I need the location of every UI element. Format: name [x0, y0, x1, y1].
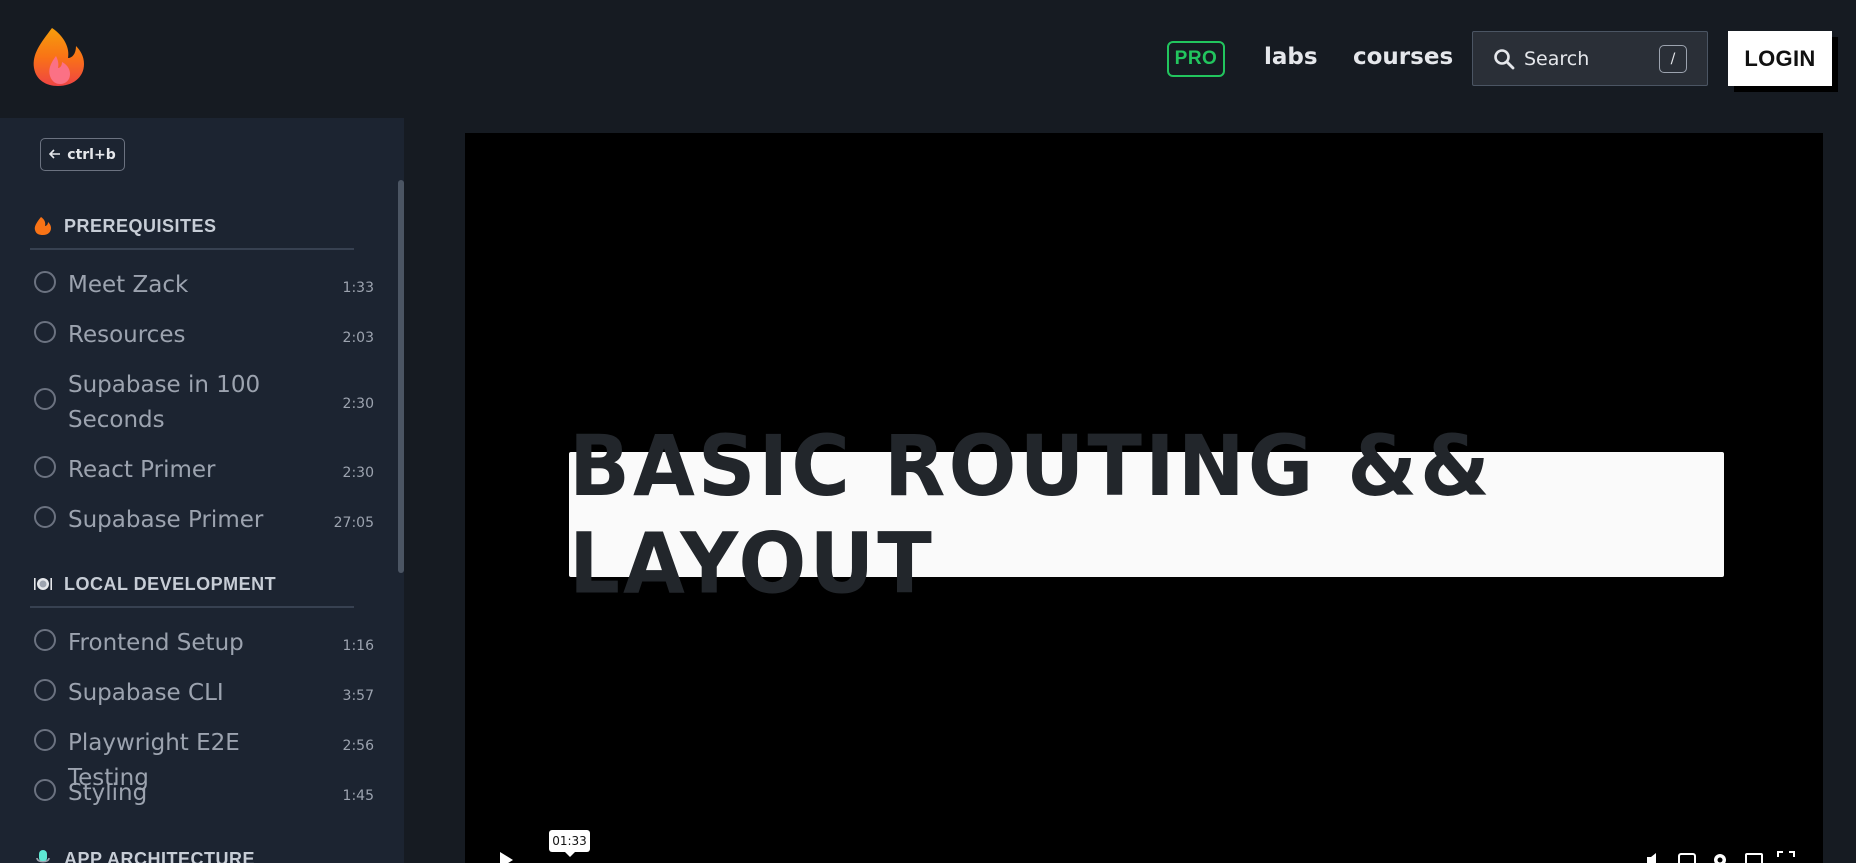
lesson-duration: 2:30: [342, 396, 374, 412]
lesson-status-circle-icon[interactable]: [34, 729, 56, 751]
lesson-title: Resources: [68, 322, 186, 348]
plate-icon: [30, 571, 56, 597]
lesson-duration: 1:33: [342, 280, 374, 296]
section-header-local-development[interactable]: LOCAL DEVELOPMENT: [30, 562, 354, 608]
lesson-item[interactable]: Meet Zack 1:33: [34, 268, 374, 303]
search-button[interactable]: Search /: [1472, 31, 1708, 86]
lesson-title: Supabase Primer: [68, 507, 264, 533]
seek-time-tooltip: 01:33: [549, 830, 590, 857]
play-icon[interactable]: [497, 851, 515, 863]
fullscreen-icon[interactable]: [1777, 851, 1795, 863]
nav-courses-link[interactable]: courses: [1353, 44, 1453, 70]
nav-labs-link[interactable]: labs: [1264, 44, 1318, 70]
lesson-status-circle-icon[interactable]: [34, 321, 56, 343]
video-player[interactable]: BASIC ROUTING && LAYOUT 01:33: [465, 133, 1823, 863]
search-icon: [1493, 48, 1515, 70]
video-title-banner: BASIC ROUTING && LAYOUT: [569, 417, 1724, 612]
lesson-duration: 2:03: [342, 330, 374, 346]
lesson-status-circle-icon[interactable]: [34, 456, 56, 478]
lesson-item[interactable]: Supabase in 100 Seconds 2:30: [34, 368, 374, 438]
course-sidebar: ctrl+b PREREQUISITES Meet Zack 1:33 Reso…: [0, 118, 404, 863]
settings-gear-icon[interactable]: [1711, 851, 1729, 863]
microphone-icon: [30, 846, 56, 863]
section-title: APP ARCHITECTURE: [64, 848, 256, 863]
lesson-item[interactable]: Supabase Primer 27:05: [34, 503, 374, 538]
section-title: LOCAL DEVELOPMENT: [64, 573, 277, 594]
lesson-status-circle-icon[interactable]: [34, 388, 56, 410]
lesson-item[interactable]: Resources 2:03: [34, 318, 374, 353]
lesson-title: React Primer: [68, 457, 216, 483]
lesson-duration: 27:05: [333, 515, 374, 531]
sidebar-toggle-label: ctrl+b: [67, 146, 116, 163]
lesson-title: Frontend Setup: [68, 630, 244, 656]
lesson-duration: 2:56: [342, 738, 374, 754]
top-header: PRO labs courses Search / LOGIN: [0, 0, 1856, 118]
pro-badge[interactable]: PRO: [1167, 41, 1225, 77]
lesson-item[interactable]: React Primer 2:30: [34, 453, 374, 488]
search-shortcut-key: /: [1659, 45, 1687, 73]
lesson-status-circle-icon[interactable]: [34, 271, 56, 293]
lesson-title: Styling: [68, 780, 148, 806]
sidebar-toggle-button[interactable]: ctrl+b: [40, 138, 125, 171]
lesson-status-circle-icon[interactable]: [34, 679, 56, 701]
picture-in-picture-icon[interactable]: [1745, 851, 1763, 863]
lesson-title: Supabase CLI: [68, 680, 224, 706]
lesson-item[interactable]: Frontend Setup 1:16: [34, 626, 374, 661]
search-label: Search: [1524, 48, 1590, 70]
lesson-duration: 3:57: [342, 688, 374, 704]
fireship-logo-icon[interactable]: [30, 26, 88, 88]
lesson-status-circle-icon[interactable]: [34, 629, 56, 651]
lesson-duration: 2:30: [342, 465, 374, 481]
lesson-status-circle-icon[interactable]: [34, 779, 56, 801]
video-title-text: BASIC ROUTING && LAYOUT: [569, 416, 1493, 613]
lesson-item[interactable]: Styling 1:45: [34, 776, 374, 811]
lesson-status-circle-icon[interactable]: [34, 506, 56, 528]
lesson-duration: 1:16: [342, 638, 374, 654]
fire-icon: [30, 213, 56, 239]
arrow-left-icon: [49, 147, 61, 163]
sidebar-scrollbar[interactable]: [398, 180, 404, 573]
section-header-app-architecture[interactable]: APP ARCHITECTURE: [30, 836, 354, 863]
lesson-title: Meet Zack: [68, 272, 189, 298]
lesson-duration: 1:45: [342, 788, 374, 804]
volume-icon[interactable]: [1645, 851, 1663, 863]
section-header-prerequisites[interactable]: PREREQUISITES: [30, 204, 354, 250]
lesson-item[interactable]: Supabase CLI 3:57: [34, 676, 374, 711]
login-button[interactable]: LOGIN: [1728, 31, 1832, 86]
section-title: PREREQUISITES: [64, 215, 217, 236]
lesson-title: Supabase in 100 Seconds: [68, 372, 261, 433]
captions-icon[interactable]: [1678, 851, 1696, 863]
